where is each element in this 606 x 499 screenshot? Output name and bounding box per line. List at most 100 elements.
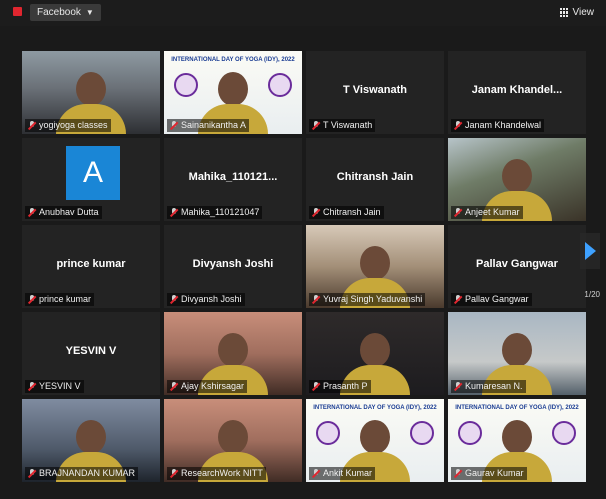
view-button[interactable]: View — [559, 5, 595, 20]
participant-name: prince kumar — [39, 294, 92, 304]
muted-mic-icon — [170, 469, 178, 478]
participant-name-label: Prasanth P — [309, 380, 371, 393]
participant-name-label: Divyansh Joshi — [167, 293, 245, 306]
muted-mic-icon — [454, 121, 462, 130]
muted-mic-icon — [28, 295, 36, 304]
participant-name-label: T Viswanath — [309, 119, 376, 132]
next-page-button[interactable] — [580, 233, 600, 269]
participant-name-label: BRAJNANDAN KUMAR — [25, 467, 139, 480]
muted-mic-icon — [312, 121, 320, 130]
participant-tile[interactable]: YESVIN V YESVIN V — [22, 312, 160, 395]
participant-name: Mahika_110121047 — [181, 207, 260, 217]
participant-name: BRAJNANDAN KUMAR — [39, 468, 136, 478]
participant-name-label: Kumaresan N. — [451, 380, 526, 393]
muted-mic-icon — [312, 295, 320, 304]
logo-seal-icon — [410, 421, 434, 445]
participant-display-name: Chitransh Jain — [336, 171, 414, 183]
participant-display-name: Mahika_110121... — [188, 171, 278, 183]
participant-tile[interactable]: yogiyoga classes — [22, 51, 160, 134]
participant-name-label: Anubhav Dutta — [25, 206, 102, 219]
zoom-window: Facebook ▼ View yogiyoga classes INTERNAT… — [0, 0, 606, 499]
participant-name-label: Pallav Gangwar — [451, 293, 532, 306]
participant-tile[interactable]: INTERNATIONAL DAY OF YOGA (IDY), 2022 Sai… — [164, 51, 302, 134]
participant-name: Divyansh Joshi — [181, 294, 242, 304]
participant-name: Anubhav Dutta — [39, 207, 99, 217]
participant-tile[interactable]: prince kumar prince kumar — [22, 225, 160, 308]
gallery-view: yogiyoga classes INTERNATIONAL DAY OF YOG… — [0, 26, 606, 499]
participant-display-name: YESVIN V — [65, 345, 117, 357]
participant-name: ResearchWork NITT — [181, 468, 263, 478]
participant-name-label: Sainanikantha A — [167, 119, 250, 132]
participant-display-name: Pallav Gangwar — [476, 258, 558, 270]
participant-tile[interactable]: Prasanth P — [306, 312, 444, 395]
muted-mic-icon — [170, 121, 178, 130]
participant-tile[interactable]: ResearchWork NITT — [164, 399, 302, 482]
participant-tile[interactable]: INTERNATIONAL DAY OF YOGA (IDY), 2022 Gau… — [448, 399, 586, 482]
participant-name: Janam Khandelwal — [465, 120, 542, 130]
participant-tile[interactable]: Janam Khandel... Janam Khandelwal — [448, 51, 586, 134]
participant-tile[interactable]: Chitransh Jain Chitransh Jain — [306, 138, 444, 221]
chevron-down-icon: ▼ — [85, 8, 94, 17]
participant-display-name: Divyansh Joshi — [192, 258, 274, 270]
muted-mic-icon — [170, 295, 178, 304]
muted-mic-icon — [454, 295, 462, 304]
page-indicator: 1/20 — [584, 290, 600, 299]
muted-mic-icon — [454, 382, 462, 391]
participant-name-label: ResearchWork NITT — [167, 467, 266, 480]
participant-name: Prasanth P — [323, 381, 368, 391]
logo-seal-icon — [316, 421, 340, 445]
participant-tile[interactable]: Mahika_110121... Mahika_110121047 — [164, 138, 302, 221]
participant-name-label: Gaurav Kumar — [451, 467, 527, 480]
participant-tile[interactable]: Yuvraj Singh Yaduvanshi — [306, 225, 444, 308]
live-stream-icon — [13, 7, 22, 16]
view-label: View — [572, 7, 595, 18]
muted-mic-icon — [454, 469, 462, 478]
participant-name: YESVIN V — [39, 381, 81, 391]
muted-mic-icon — [170, 382, 178, 391]
facebook-live-button[interactable]: Facebook ▼ — [30, 4, 101, 21]
poster-title: INTERNATIONAL DAY OF YOGA (IDY), 2022 — [455, 405, 579, 411]
participant-name-label: Ankit Kumar — [309, 467, 376, 480]
participant-name: Ajay Kshirsagar — [181, 381, 245, 391]
logo-seal-icon — [552, 421, 576, 445]
poster-title: INTERNATIONAL DAY OF YOGA (IDY), 2022 — [171, 57, 295, 63]
participant-tile[interactable]: Pallav Gangwar Pallav Gangwar — [448, 225, 586, 308]
participant-tile[interactable]: T Viswanath T Viswanath — [306, 51, 444, 134]
muted-mic-icon — [170, 208, 178, 217]
participant-name: Chitransh Jain — [323, 207, 381, 217]
participant-name: Yuvraj Singh Yaduvanshi — [323, 294, 423, 304]
participant-name-label: Chitransh Jain — [309, 206, 384, 219]
muted-mic-icon — [28, 469, 36, 478]
muted-mic-icon — [28, 208, 36, 217]
participant-name-label: Mahika_110121047 — [167, 206, 263, 219]
participant-tile[interactable]: Kumaresan N. — [448, 312, 586, 395]
muted-mic-icon — [28, 382, 36, 391]
muted-mic-icon — [312, 382, 320, 391]
avatar: A — [66, 146, 120, 200]
participant-display-name: T Viswanath — [343, 84, 407, 96]
participant-name-label: Anjeet Kumar — [451, 206, 523, 219]
facebook-live-label: Facebook — [37, 7, 81, 18]
poster-title: INTERNATIONAL DAY OF YOGA (IDY), 2022 — [313, 405, 437, 411]
participant-tile[interactable]: Ajay Kshirsagar — [164, 312, 302, 395]
participant-name-label: YESVIN V — [25, 380, 84, 393]
logo-seal-icon — [268, 73, 292, 97]
participant-name-label: yogiyoga classes — [25, 119, 111, 132]
participant-display-name: prince kumar — [56, 258, 126, 270]
muted-mic-icon — [28, 121, 36, 130]
participant-name: Ankit Kumar — [323, 468, 373, 478]
participant-name: Anjeet Kumar — [465, 207, 520, 217]
grid-view-icon — [559, 8, 569, 17]
participant-tile[interactable]: Anjeet Kumar — [448, 138, 586, 221]
participant-tile[interactable]: INTERNATIONAL DAY OF YOGA (IDY), 2022 Ank… — [306, 399, 444, 482]
logo-seal-icon — [174, 73, 198, 97]
participant-name: Kumaresan N. — [465, 381, 523, 391]
participant-tile[interactable]: BRAJNANDAN KUMAR — [22, 399, 160, 482]
participant-tile[interactable]: A Anubhav Dutta — [22, 138, 160, 221]
participant-tile[interactable]: Divyansh Joshi Divyansh Joshi — [164, 225, 302, 308]
muted-mic-icon — [454, 208, 462, 217]
participant-name-label: Ajay Kshirsagar — [167, 380, 248, 393]
participant-name: T Viswanath — [323, 120, 373, 130]
participant-name-label: Janam Khandelwal — [451, 119, 545, 132]
logo-seal-icon — [458, 421, 482, 445]
